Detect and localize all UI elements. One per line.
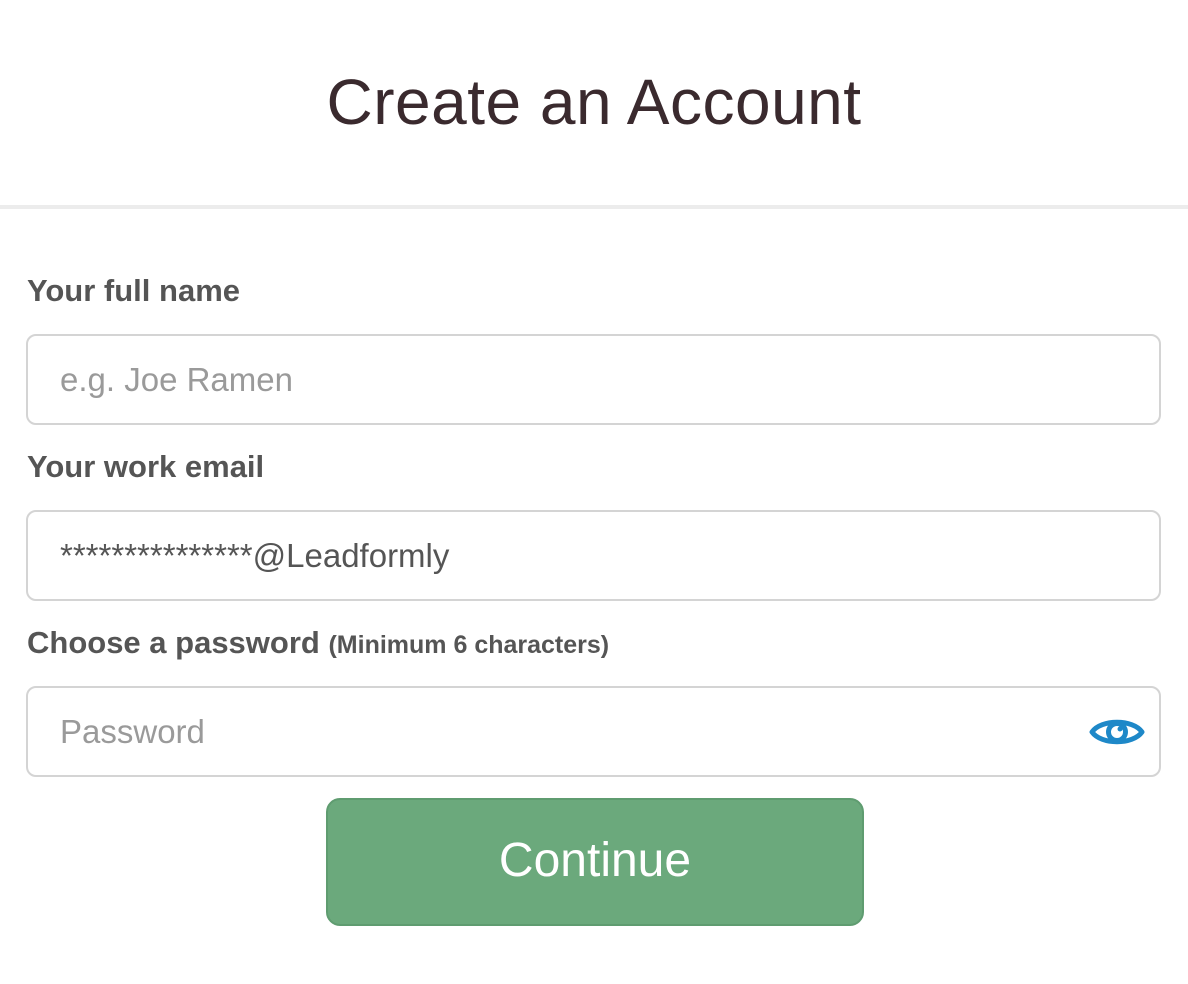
- page-title: Create an Account: [326, 66, 862, 138]
- full-name-field[interactable]: [26, 334, 1161, 425]
- password-label-text: Choose a password: [27, 625, 320, 660]
- email-input[interactable]: [60, 512, 1060, 599]
- signup-page: Create an Account Your full name Your wo…: [0, 0, 1188, 984]
- password-input[interactable]: [60, 688, 1060, 775]
- continue-button[interactable]: Continue: [326, 798, 864, 926]
- full-name-label-text: Your full name: [27, 273, 241, 308]
- page-header: Create an Account: [0, 0, 1188, 209]
- eye-icon[interactable]: [1089, 714, 1145, 750]
- email-label: Your work email: [27, 449, 264, 485]
- full-name-label: Your full name: [27, 273, 240, 309]
- eye-icon-graphic: [1089, 719, 1145, 745]
- password-label: Choose a password (Minimum 6 characters): [27, 625, 609, 663]
- email-field[interactable]: [26, 510, 1161, 601]
- full-name-input[interactable]: [60, 336, 1060, 423]
- password-hint: (Minimum 6 characters): [328, 631, 610, 659]
- password-field[interactable]: [26, 686, 1161, 777]
- email-label-text: Your work email: [27, 449, 265, 484]
